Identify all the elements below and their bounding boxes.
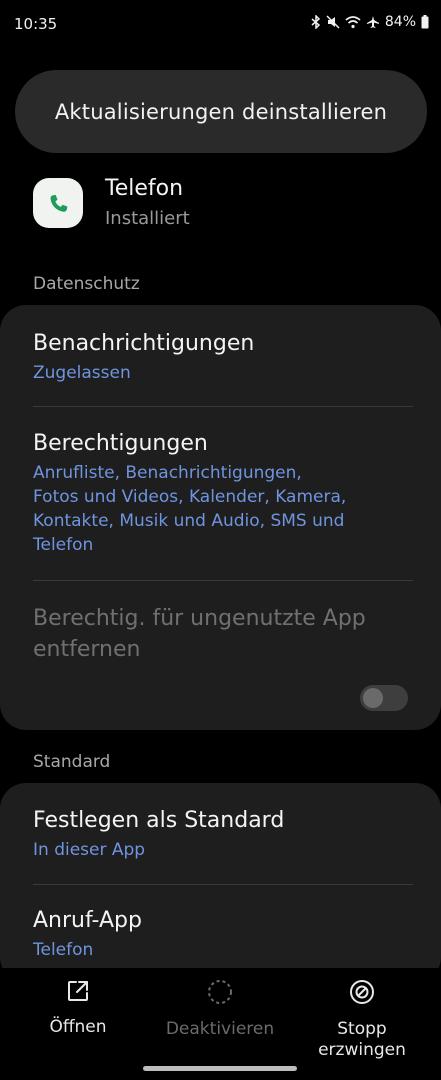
notifications-value: Zugelassen: [33, 363, 131, 383]
status-time: 10:35: [14, 15, 58, 33]
remove-permissions-title-line: entfernen: [33, 637, 141, 662]
remove-permissions-row: Berechtig. für ungenutzte App entfernen: [33, 603, 411, 665]
permissions-value-line: Kontakte, Musik und Audio, SMS und: [33, 511, 345, 531]
permissions-value-line: Telefon: [33, 535, 94, 555]
force-stop-icon: [348, 978, 376, 1011]
app-name: Telefon: [105, 176, 184, 201]
set-default-value: In dieser App: [33, 840, 146, 860]
toggle-knob: [363, 688, 383, 708]
open-label: Öffnen: [49, 1017, 107, 1037]
open-external-icon: [65, 978, 91, 1009]
permissions-title: Berechtigungen: [33, 431, 208, 456]
set-default-title: Festlegen als Standard: [33, 808, 285, 833]
permissions-value-line: Fotos und Videos, Kalender, Kamera,: [33, 487, 347, 507]
notifications-title: Benachrichtigungen: [33, 331, 255, 356]
app-install-status: Installiert: [105, 208, 190, 229]
notifications-row[interactable]: Benachrichtigungen Zugelassen: [33, 329, 411, 385]
section-title-default: Standard: [33, 752, 111, 772]
battery-percentage: 84%: [384, 14, 416, 30]
divider: [33, 406, 413, 407]
force-stop-label: Stopp erzwingen: [318, 1019, 406, 1061]
permissions-row[interactable]: Berechtigungen Anrufliste, Benachrichtig…: [33, 429, 411, 557]
bottom-action-bar: Öffnen Deaktivieren Stopp erzwingen: [0, 968, 441, 1080]
app-header: Telefon Installiert: [33, 176, 413, 236]
set-default-row[interactable]: Festlegen als Standard In dieser App: [33, 806, 411, 862]
wifi-icon: [345, 15, 361, 29]
disable-button[interactable]: Deaktivieren: [155, 978, 285, 1040]
divider: [33, 884, 413, 885]
battery-icon: [421, 15, 429, 29]
privacy-card: Benachrichtigungen Zugelassen Berechtigu…: [0, 305, 441, 730]
uninstall-updates-button[interactable]: Aktualisierungen deinstallieren: [15, 70, 427, 153]
status-bar: 10:35 84%: [0, 0, 441, 52]
call-app-value: Telefon: [33, 940, 94, 960]
bluetooth-icon: [311, 15, 321, 29]
divider: [33, 580, 413, 581]
mute-icon: [326, 15, 340, 29]
open-button[interactable]: Öffnen: [13, 978, 143, 1038]
disable-label: Deaktivieren: [165, 1019, 275, 1039]
call-app-row[interactable]: Anruf-App Telefon: [33, 906, 411, 962]
force-stop-button[interactable]: Stopp erzwingen: [297, 978, 427, 1061]
remove-permissions-title-line: Berechtig. für ungenutzte App: [33, 606, 366, 631]
phone-icon: [33, 178, 83, 228]
force-stop-label-line: erzwingen: [318, 1040, 406, 1060]
default-card: Festlegen als Standard In dieser App Anr…: [0, 783, 441, 983]
status-icons: 84%: [311, 14, 429, 30]
remove-permissions-toggle[interactable]: [360, 685, 408, 711]
force-stop-label-line: Stopp: [337, 1019, 387, 1039]
section-title-privacy: Datenschutz: [33, 274, 140, 294]
airplane-icon: [366, 15, 380, 29]
disable-icon: [206, 978, 234, 1011]
permissions-value-line: Anrufliste, Benachrichtigungen,: [33, 463, 302, 483]
call-app-title: Anruf-App: [33, 908, 142, 933]
home-indicator[interactable]: [143, 1066, 297, 1071]
permissions-value: Anrufliste, Benachrichtigungen, Fotos un…: [33, 461, 411, 557]
